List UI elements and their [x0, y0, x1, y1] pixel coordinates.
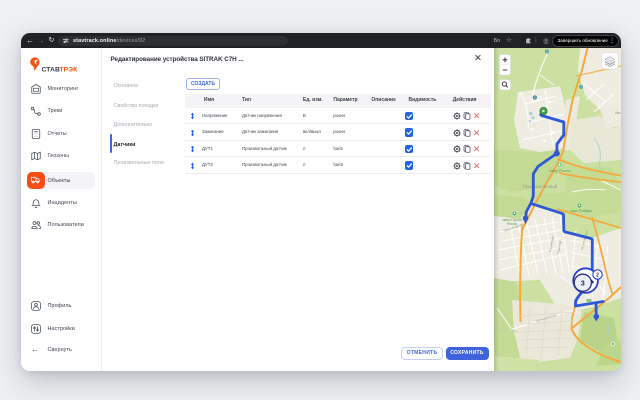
svg-text:СТАВ: СТАВ: [42, 66, 60, 73]
svg-text:сквер Ракеты: сквер Ракеты: [550, 169, 572, 173]
svg-text:3: 3: [581, 281, 585, 288]
svg-text:ТРЭК: ТРЭК: [60, 66, 79, 73]
svg-text:2: 2: [596, 272, 599, 278]
svg-text:парк Победы: парк Победы: [570, 209, 592, 213]
svg-text:Вас: Вас: [615, 111, 621, 115]
svg-text:Промышленный: Промышленный: [523, 183, 558, 189]
